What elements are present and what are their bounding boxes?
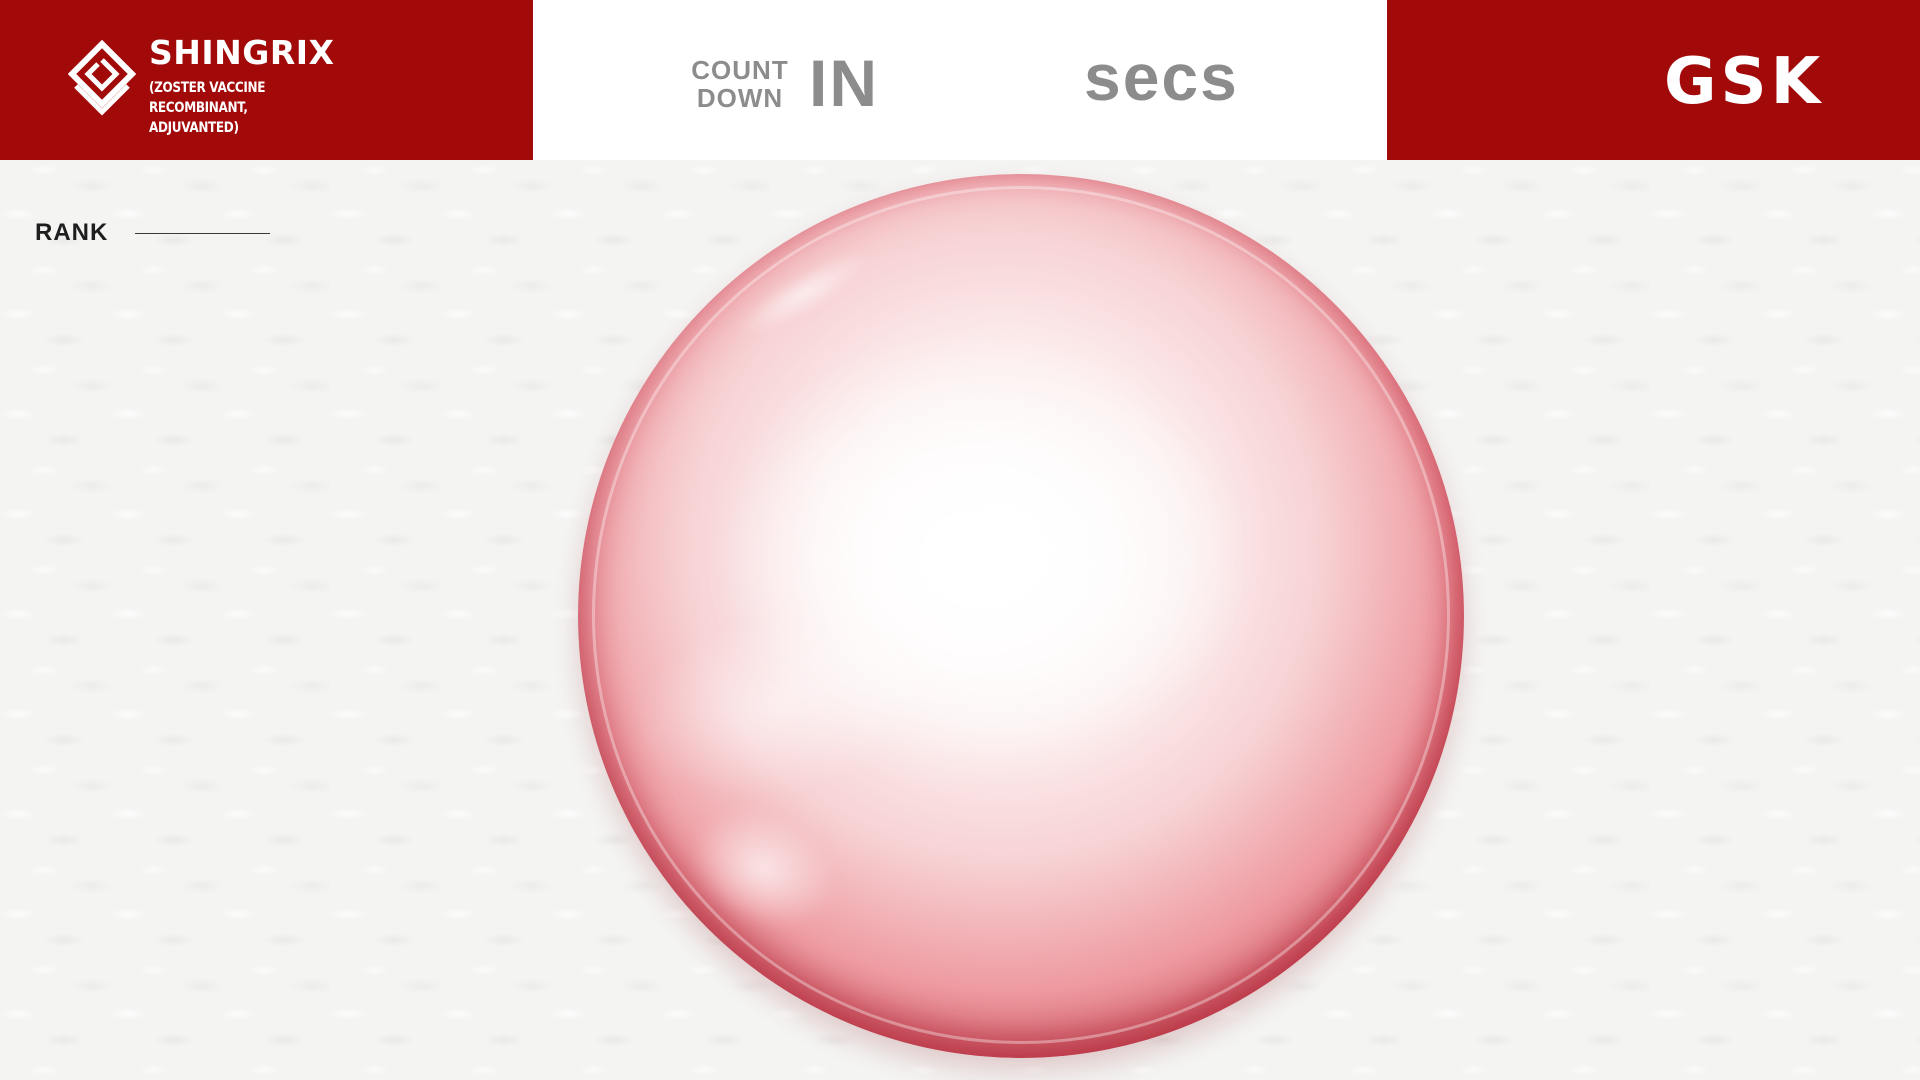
countdown-unit: secs (1084, 40, 1239, 114)
countdown-prefix: IN (809, 46, 879, 120)
shingrix-logo-icon (68, 40, 136, 116)
header: SHINGRIX (ZOSTER VACCINE RECOMBINANT, AD… (0, 0, 1920, 160)
countdown-panel: COUNT DOWN IN secs (533, 0, 1387, 160)
gsk-logo-icon: GSK (1664, 45, 1825, 119)
bubble-rim (592, 186, 1450, 1044)
game-bubble[interactable] (578, 174, 1464, 1058)
rank-label: RANK (35, 219, 109, 246)
rank-indicator: RANK (35, 218, 275, 248)
bubble-body[interactable] (578, 174, 1464, 1058)
brand-name: SHINGRIX (149, 33, 335, 72)
rank-divider (135, 233, 270, 234)
company-panel: GSK (1387, 0, 1920, 160)
countdown-label: COUNT DOWN (691, 55, 789, 113)
brand-subtitle: (ZOSTER VACCINE RECOMBINANT, ADJUVANTED) (149, 80, 266, 136)
brand-panel: SHINGRIX (ZOSTER VACCINE RECOMBINANT, AD… (0, 0, 533, 160)
